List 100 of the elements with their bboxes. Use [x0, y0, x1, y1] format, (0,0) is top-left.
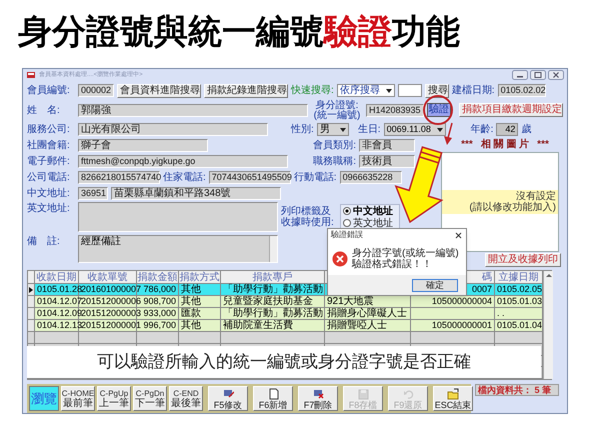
column-header[interactable]: 立據日期: [498, 272, 538, 284]
navigation-button[interactable]: C-END 最後筆: [169, 386, 203, 411]
search-button[interactable]: 搜尋: [424, 84, 449, 98]
table-cell: 捐贈聾啞人士: [327, 320, 387, 331]
field-label: 姓 名:: [27, 104, 61, 116]
print-button[interactable]: 開立及收據列印: [485, 253, 561, 267]
age-field[interactable]: 42: [496, 123, 518, 136]
navigation-button[interactable]: C-PgDn 下一筆: [133, 386, 167, 411]
name-field[interactable]: 郭陽強: [78, 104, 308, 116]
field-label: 身分證號:: [316, 100, 358, 110]
table-cell: 0104.12.09: [37, 308, 82, 318]
gender-dropdown[interactable]: 男: [316, 123, 349, 136]
birthday-field[interactable]: 0069.11.08: [384, 123, 446, 136]
table-row[interactable]: 0104.12.13201512000001 996,700 其他 補助院童生活費 捐贈聾啞人士 105000000001 0105.01.04: [28, 320, 543, 332]
table-cell: 其他: [181, 284, 201, 295]
created-date-field[interactable]: 0105.02.02: [498, 84, 546, 97]
company-field[interactable]: 山光有限公司: [78, 123, 268, 136]
email-field[interactable]: fttmesh@conpqb.yigkupe.go: [78, 155, 288, 168]
english-address-field[interactable]: [78, 202, 278, 232]
navigation-button[interactable]: C-HOME 最前筆: [61, 386, 95, 411]
scrollbar[interactable]: [543, 271, 553, 379]
field-label: (統一編號): [314, 110, 360, 120]
toolbar-button[interactable]: F7刪除: [298, 386, 338, 411]
field-label: 職務職稱:: [313, 155, 356, 168]
column-header[interactable]: 收款日期: [36, 272, 76, 284]
verify-button[interactable]: 驗證: [427, 103, 451, 117]
photo-note-text: (請以修改功能加入): [469, 202, 556, 213]
ok-button[interactable]: 確定: [412, 278, 458, 292]
dialog-message: 身分證字號(或統一編號)驗證格式錯誤！！: [352, 248, 460, 270]
advanced-search-button[interactable]: 捐款紀錄進階搜尋: [204, 84, 288, 98]
column-header[interactable]: 碼: [482, 272, 492, 284]
table-cell: 786,000: [143, 284, 176, 294]
table-cell: 「助學行動」勸募活動: [223, 308, 323, 319]
member-number-field[interactable]: 000002: [78, 84, 114, 97]
zip-code-field[interactable]: 36951: [78, 187, 108, 200]
toolbar-button[interactable]: F6新增: [253, 386, 293, 411]
table-cell: 捐贈身心障礙人士: [327, 308, 407, 319]
table-row[interactable]: 0104.12.09201512000003 933,000 匯款 「助學行動」勸募活動 捐贈身心障礙人士 . .: [28, 308, 543, 320]
column-header[interactable]: 捐款專戶: [252, 272, 292, 284]
table-cell: . .: [497, 308, 505, 318]
job-title-field[interactable]: 技術員: [359, 155, 415, 168]
table-cell: 0007: [472, 284, 492, 294]
field-label: 備 註:: [27, 235, 61, 248]
dialog-title: 驗證錯誤: [331, 230, 363, 240]
table-cell: 補助院童生活費: [223, 320, 293, 331]
table-cell: 996,700: [143, 320, 176, 330]
scrollbar[interactable]: [269, 236, 277, 262]
club-field[interactable]: 獅子會: [78, 139, 208, 152]
field-label: 會員類別:: [313, 139, 356, 152]
table-cell: 0104.12.13: [37, 320, 82, 330]
field-label: 中文地址:: [27, 187, 71, 200]
minimize-icon: [512, 70, 528, 80]
small-arrow: [444, 122, 453, 145]
notes-field[interactable]: 經歷備註: [78, 235, 278, 263]
search-input[interactable]: [398, 84, 422, 97]
field-label: 性別:: [291, 123, 314, 136]
page-heading: 身分證號與統一編號驗證功能: [17, 12, 461, 53]
field-label: 住家電話:: [163, 171, 206, 184]
id-number-field[interactable]: H142083935: [366, 104, 424, 116]
table-cell: 908,700: [143, 296, 176, 306]
table-cell: 105000000004: [432, 296, 492, 306]
table-cell: 0105.01.04: [497, 320, 542, 330]
highlight-circle: [423, 95, 453, 125]
table-cell: 其他: [181, 320, 201, 331]
address-radio-option[interactable]: 英文地址: [343, 217, 397, 229]
column-header[interactable]: 捐款金額: [138, 272, 178, 284]
member-type-field[interactable]: 非會員: [359, 139, 415, 152]
quick-search-dropdown[interactable]: 依序搜尋: [336, 84, 395, 97]
undo-icon: [402, 388, 414, 400]
navigation-button[interactable]: C-PgUp 上一筆: [97, 386, 131, 411]
row-header[interactable]: [28, 284, 35, 295]
browse-mode-button[interactable]: 瀏覽: [29, 386, 59, 411]
chinese-address-field[interactable]: 苗栗縣卓蘭鎮和平路348號: [111, 187, 281, 200]
mobile-phone-field[interactable]: 0966635228: [340, 171, 402, 184]
field-label: 生日:: [358, 123, 381, 136]
caption-banner: 可以驗證所輸入的統一編號或身分證字號是否正確: [27, 346, 541, 378]
field-label: 歲: [521, 123, 532, 136]
column-header[interactable]: 收款單號: [88, 272, 128, 284]
address-radio-option[interactable]: 中文地址: [343, 205, 397, 217]
app-icon: [26, 70, 36, 80]
field-label: 服務公司:: [27, 123, 71, 136]
panel-title: ***: [461, 138, 473, 152]
table-cell: 其他: [181, 296, 201, 307]
field-label: 快速搜尋:: [291, 84, 334, 97]
close-icon: [454, 230, 463, 240]
home-phone-field[interactable]: 7074430651495509: [208, 171, 291, 184]
record-count-status: 檔內資料共： 5 筆: [475, 384, 559, 396]
table-row[interactable]: 0104.12.07201512000006 908,700 其他 兒童暨家庭扶助基金 921大地震 105000000004 0105.01.03: [28, 296, 543, 308]
photo-note-text: 沒有設定: [516, 191, 556, 202]
field-label: 社團會籍:: [27, 139, 71, 152]
period-settings-button[interactable]: 捐款項目繳款週期設定: [459, 103, 563, 117]
toolbar-button[interactable]: ESC結束: [433, 386, 473, 411]
table-cell: 921大地震: [327, 296, 374, 307]
company-phone-field[interactable]: 8266218015574740: [78, 171, 160, 184]
column-header[interactable]: 捐款方式: [180, 272, 220, 284]
print-option-label: 列印標籤及收據時使用:: [281, 206, 335, 228]
table-cell: 「助學行動」勸募活動: [223, 284, 323, 295]
advanced-search-button[interactable]: 會員資料進階搜尋: [117, 84, 201, 98]
field-label: 年齡:: [470, 123, 494, 136]
toolbar-button[interactable]: F5修改: [208, 386, 248, 411]
